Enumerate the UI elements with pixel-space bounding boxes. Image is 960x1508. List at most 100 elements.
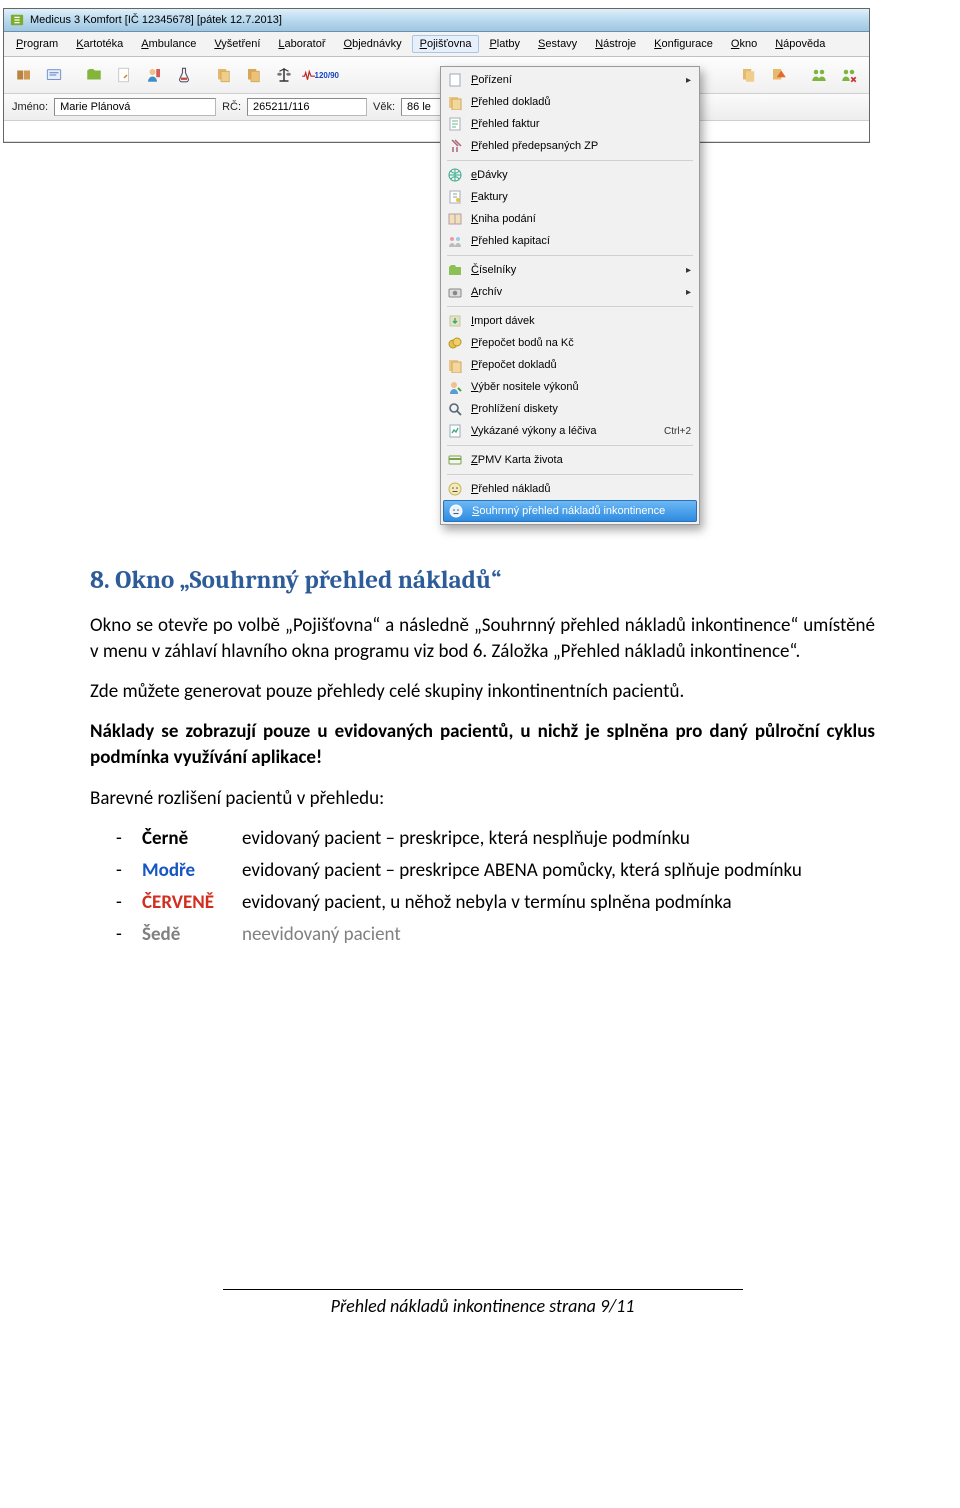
menu-item[interactable]: Kniha podání — [443, 208, 697, 230]
menu-item[interactable]: Vykázané výkony a léčivaCtrl+2 — [443, 420, 697, 442]
menu-item[interactable]: Souhrnný přehled nákladů inkontinence — [443, 500, 697, 522]
menu-item[interactable]: Přehled dokladů — [443, 91, 697, 113]
blank-doc-icon — [447, 72, 463, 88]
menu-item-label: Import dávek — [471, 315, 535, 327]
menu-item[interactable]: Přehled předepsaných ZP — [443, 135, 697, 157]
menu-item[interactable]: Archív ▸ — [443, 281, 697, 303]
legend-tag: Modře — [142, 858, 228, 884]
invoice2-icon — [447, 189, 463, 205]
menu-program[interactable]: Program — [8, 35, 66, 53]
menu-kartotéka[interactable]: Kartotéka — [68, 35, 131, 53]
app-icon — [10, 13, 24, 27]
toolbar-card-icon[interactable] — [40, 61, 68, 89]
toolbar-patient-icon[interactable] — [140, 61, 168, 89]
legend-dash: - — [116, 826, 128, 852]
menu-platby[interactable]: Platby — [481, 35, 528, 53]
legend-tag: Černě — [142, 826, 228, 852]
menu-item[interactable]: Přehled kapitací — [443, 230, 697, 252]
legend-row: -Šeděneevidovaný pacient — [116, 922, 875, 948]
menu-item-label: Číselníky — [471, 264, 516, 276]
menu-pojišťovna[interactable]: Pojišťovna — [412, 35, 480, 53]
import-icon — [447, 313, 463, 329]
menu-item-label: Faktury — [471, 191, 508, 203]
toolbar-users-icon[interactable] — [805, 61, 833, 89]
toolbar: 120/90 — [4, 57, 869, 94]
menu-item[interactable]: Přehled faktur — [443, 113, 697, 135]
toolbar-folder-icon[interactable] — [80, 61, 108, 89]
toolbar-docs2-icon[interactable] — [240, 61, 268, 89]
menu-konfigurace[interactable]: Konfigurace — [646, 35, 721, 53]
legend-dash: - — [116, 890, 128, 916]
toolbar-newdoc-icon[interactable] — [110, 61, 138, 89]
paragraph: Zde můžete generovat pouze přehledy celé… — [90, 679, 875, 705]
menu-item[interactable]: Číselníky ▸ — [443, 259, 697, 281]
toolbar-scale-icon[interactable] — [270, 61, 298, 89]
menu-item[interactable]: Pořízení ▸ — [443, 69, 697, 91]
toolbar-users-x-icon[interactable] — [835, 61, 863, 89]
section-heading: 8. Okno „Souhrnný přehled nákladů“ — [90, 564, 875, 599]
search-icon — [447, 401, 463, 417]
menu-item[interactable]: Přehled nákladů — [443, 478, 697, 500]
legend-dash: - — [116, 858, 128, 884]
toolbar-lab-icon[interactable] — [170, 61, 198, 89]
app-window: Medicus 3 Komfort [IČ 12345678] [pátek 1… — [3, 8, 870, 143]
menu-ambulance[interactable]: Ambulance — [133, 35, 204, 53]
menu-item-label: Archív — [471, 286, 502, 298]
legend-tag: ČERVENĚ — [142, 890, 228, 916]
menu-item[interactable]: Prohlížení diskety — [443, 398, 697, 420]
menu-item-label: Výběr nositele výkonů — [471, 381, 579, 393]
crutch-icon — [447, 138, 463, 154]
screenshot: Medicus 3 Komfort [IČ 12345678] [pátek 1… — [0, 8, 960, 512]
menu-item-label: Vykázané výkony a léčiva — [471, 425, 597, 437]
age-label: Věk: — [373, 101, 395, 113]
menu-objednávky[interactable]: Objednávky — [336, 35, 410, 53]
menu-item-label: eDávky — [471, 169, 508, 181]
toolbar-warn-icon[interactable] — [765, 61, 793, 89]
menu-item[interactable]: Výběr nositele výkonů — [443, 376, 697, 398]
menu-item-label: Přehled předepsaných ZP — [471, 140, 598, 152]
toolbar-ekg-icon[interactable]: 120/90 — [300, 61, 340, 89]
menu-item[interactable]: ZPMV Karta života — [443, 449, 697, 471]
menu-item[interactable]: eDávky — [443, 164, 697, 186]
menu-item-label: ZPMV Karta života — [471, 454, 563, 466]
docs-icon — [447, 94, 463, 110]
age-field[interactable]: 86 le — [401, 98, 445, 116]
name-label: Jméno: — [12, 101, 48, 113]
menubar: ProgramKartotékaAmbulanceVyšetřeníLabora… — [4, 32, 869, 57]
menu-sestavy[interactable]: Sestavy — [530, 35, 585, 53]
neutral-icon — [448, 503, 464, 519]
menu-nápověda[interactable]: Nápověda — [767, 35, 833, 53]
menu-okno[interactable]: Okno — [723, 35, 765, 53]
rc-field[interactable]: 265211/116 — [247, 98, 367, 116]
menu-laboratoř[interactable]: Laboratoř — [270, 35, 333, 53]
report-icon — [447, 423, 463, 439]
menu-item[interactable]: Přepočet bodů na Kč — [443, 332, 697, 354]
menu-nástroje[interactable]: Nástroje — [587, 35, 644, 53]
legend-desc: evidovaný pacient – preskripce, která ne… — [242, 826, 690, 852]
patient-infobar: Jméno: Marie Plánová RČ: 265211/116 Věk:… — [4, 94, 869, 121]
submenu-arrow-icon: ▸ — [686, 265, 691, 276]
legend-row: -Černě evidovaný pacient – preskripce, kt… — [116, 826, 875, 852]
card-icon — [447, 452, 463, 468]
window-title: Medicus 3 Komfort [IČ 12345678] [pátek 1… — [30, 14, 282, 26]
toolbar-history-icon[interactable] — [735, 61, 763, 89]
menu-item-label: Přehled kapitací — [471, 235, 550, 247]
menu-item-label: Přehled dokladů — [471, 96, 551, 108]
submenu-arrow-icon: ▸ — [686, 287, 691, 298]
legend-row: -ČERVENĚevidovaný pacient, u něhož nebyl… — [116, 890, 875, 916]
menu-item[interactable]: Přepočet dokladů — [443, 354, 697, 376]
submenu-arrow-icon: ▸ — [686, 75, 691, 86]
toolbar-archive-icon[interactable] — [10, 61, 38, 89]
legend-row: -Modřeevidovaný pacient – preskripce ABE… — [116, 858, 875, 884]
menu-item[interactable]: Import dávek — [443, 310, 697, 332]
menu-item-label: Přepočet bodů na Kč — [471, 337, 574, 349]
menu-item-label: Pořízení — [471, 74, 512, 86]
invoice-icon — [447, 116, 463, 132]
menu-vyšetření[interactable]: Vyšetření — [206, 35, 268, 53]
menu-item[interactable]: Faktury — [443, 186, 697, 208]
toolbar-docs-icon[interactable] — [210, 61, 238, 89]
name-field[interactable]: Marie Plánová — [54, 98, 216, 116]
user-pick-icon — [447, 379, 463, 395]
docs-icon — [447, 357, 463, 373]
legend-desc: neevidovaný pacient — [242, 922, 401, 948]
